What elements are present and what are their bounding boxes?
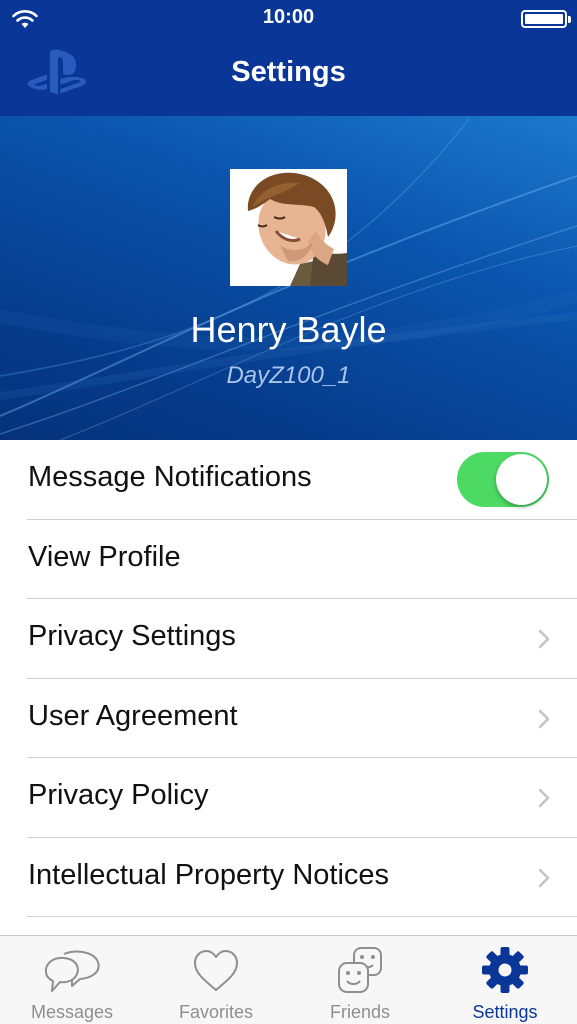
battery-icon [521, 10, 571, 28]
profile-online-id: DayZ100_1 [226, 362, 351, 389]
settings-row-user-agreement[interactable]: User Agreement [27, 679, 577, 758]
chevron-right-icon [538, 788, 550, 808]
avatar-photo [230, 169, 347, 286]
tab-friends[interactable]: Friends [288, 936, 432, 1024]
tab-label: Favorites [178, 1002, 254, 1022]
message-notifications-toggle[interactable] [457, 452, 549, 507]
settings-row-label: Intellectual Property Notices [28, 858, 390, 891]
settings-row-label: User Agreement [28, 699, 238, 732]
settings-row-privacy-settings[interactable]: Privacy Settings [27, 599, 577, 679]
chevron-right-icon [538, 868, 550, 887]
tab-label: Settings [472, 1002, 538, 1022]
chevron-right-icon [538, 629, 550, 649]
friends-icon [338, 947, 382, 993]
page-title: Settings [231, 56, 346, 88]
profile-banner: Henry Bayle DayZ100_1 [0, 116, 577, 440]
settings-row-label: View Profile [28, 540, 181, 573]
heart-icon [194, 950, 238, 991]
messages-icon [44, 950, 100, 992]
profile-name: Henry Bayle [190, 309, 387, 350]
tab-messages[interactable]: Messages [0, 936, 144, 1024]
settings-row-label: Privacy Settings [28, 620, 236, 652]
settings-row-privacy-policy[interactable]: Privacy Policy [27, 758, 577, 838]
avatar[interactable] [230, 169, 347, 286]
tab-favorites[interactable]: Favorites [144, 936, 288, 1024]
settings-list: Message Notifications View Profile Priva… [0, 440, 577, 917]
tab-label: Messages [30, 1002, 114, 1022]
tab-bar: Messages Favorites Friends Settings [0, 935, 577, 1024]
gear-icon [482, 947, 528, 993]
status-bar: 10:00 [0, 0, 577, 36]
settings-row-intellectual-property-notices[interactable]: Intellectual Property Notices [27, 838, 577, 917]
settings-row-view-profile[interactable]: View Profile [27, 520, 577, 599]
toggle-knob [496, 454, 547, 505]
tab-label: Friends [329, 1002, 391, 1022]
header: 10:00 Settings [0, 0, 577, 116]
settings-row-message-notifications[interactable]: Message Notifications [27, 440, 577, 520]
status-time: 10:00 [262, 6, 315, 28]
tab-settings[interactable]: Settings [433, 936, 577, 1024]
settings-row-label: Message Notifications [28, 461, 312, 493]
settings-row-label: Privacy Policy [28, 779, 209, 811]
chevron-right-icon [538, 709, 550, 728]
